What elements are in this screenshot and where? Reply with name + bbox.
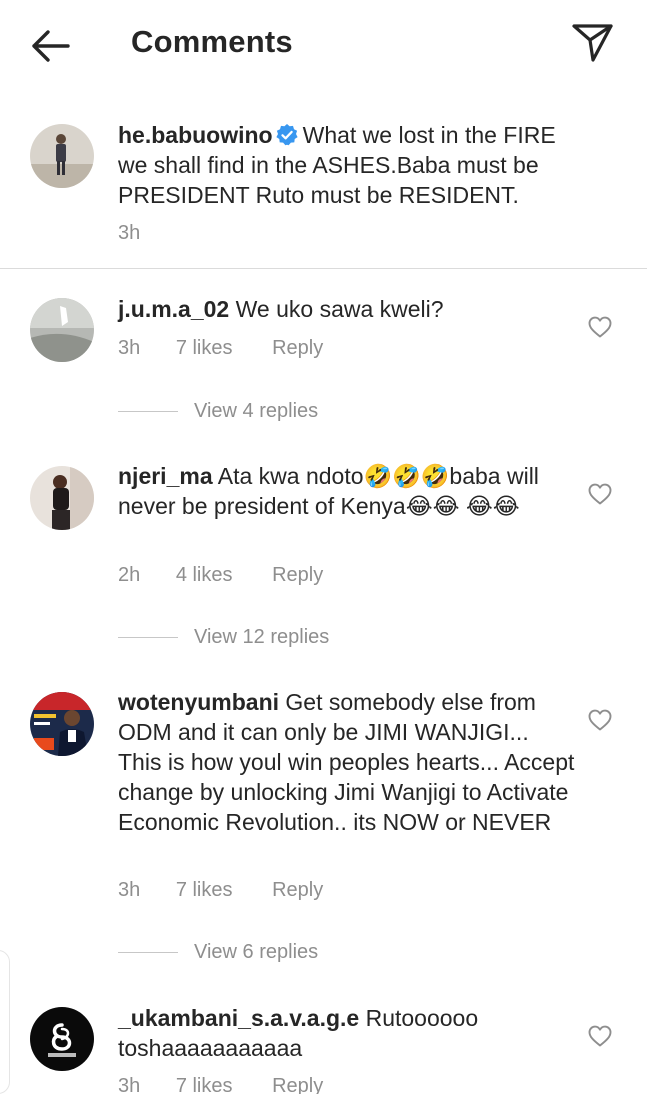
joy-emoji: 😂 (465, 493, 493, 519)
comment-text: wotenyumbani Get somebody else from ODM … (118, 687, 578, 837)
avatar[interactable] (30, 124, 94, 188)
caption-text: he.babuowino What we lost in the FIRE we … (118, 120, 578, 210)
share-button[interactable] (568, 20, 616, 66)
verified-badge-icon (275, 123, 299, 147)
comment-body: Ata kwa ndoto (217, 463, 364, 489)
comment-username[interactable]: j.u.m.a_02 (118, 296, 229, 322)
header: Comments (0, 0, 647, 92)
timestamp: 3h (118, 337, 141, 359)
comment-username[interactable]: _ukambani_s.a.v.a.g.e (118, 1005, 359, 1031)
replies-line (118, 952, 178, 953)
avatar[interactable] (30, 466, 94, 530)
reply-button[interactable]: Reply (272, 879, 323, 902)
joy-emoji: 😂 (492, 493, 520, 519)
heart-icon[interactable] (588, 709, 612, 731)
divider (0, 268, 647, 269)
comment-text: _ukambani_s.a.v.a.g.e Rutoooooo toshaaaa… (118, 1003, 578, 1063)
replies-line (118, 411, 178, 412)
page-title: Comments (131, 24, 293, 59)
comment-meta: 2h 4 likes Reply (118, 564, 323, 587)
avatar[interactable] (30, 1007, 94, 1071)
rofl-emoji: 🤣 (420, 463, 450, 489)
likes-count[interactable]: 4 likes (176, 564, 233, 587)
back-button[interactable] (26, 22, 74, 70)
heart-icon[interactable] (588, 1025, 612, 1047)
caption-meta: 3h (118, 222, 140, 245)
heart-icon[interactable] (588, 316, 612, 338)
caption-username[interactable]: he.babuowino (118, 122, 273, 148)
comment-text: njeri_ma Ata kwa ndoto🤣🤣🤣baba will never… (118, 461, 578, 521)
likes-count[interactable]: 7 likes (176, 1075, 233, 1094)
rofl-emoji: 🤣 (392, 463, 421, 489)
paper-plane-icon (572, 24, 613, 62)
avatar[interactable] (30, 298, 94, 362)
timestamp: 3h (118, 1075, 141, 1094)
comment-meta: 3h 7 likes Reply (118, 879, 323, 902)
comment-body: We uko sawa kweli? (235, 296, 444, 322)
joy-emoji: 😂 (432, 493, 460, 519)
avatar[interactable] (30, 692, 94, 756)
comment-text: j.u.m.a_02 We uko sawa kweli? (118, 294, 578, 324)
floating-side-tab[interactable] (0, 950, 10, 1094)
arrow-left-icon (32, 30, 70, 62)
comment-meta: 3h 7 likes Reply (118, 1075, 323, 1094)
likes-count[interactable]: 7 likes (176, 337, 233, 360)
heart-icon[interactable] (588, 483, 612, 505)
likes-count[interactable]: 7 likes (176, 879, 233, 902)
reply-button[interactable]: Reply (272, 1075, 323, 1094)
reply-button[interactable]: Reply (272, 337, 323, 360)
post-caption: he.babuowino What we lost in the FIRE we … (0, 100, 647, 268)
comment-meta: 3h 7 likes Reply (118, 337, 323, 360)
comment-username[interactable]: njeri_ma (118, 463, 213, 489)
view-replies-label: View 12 replies (194, 626, 330, 648)
timestamp: 2h (118, 564, 141, 586)
view-replies-label: View 4 replies (194, 400, 319, 422)
reply-button[interactable]: Reply (272, 564, 323, 587)
timestamp: 3h (118, 879, 141, 901)
comment-username[interactable]: wotenyumbani (118, 689, 279, 715)
joy-emoji: 😂 (405, 493, 433, 519)
replies-line (118, 637, 178, 638)
rofl-emoji: 🤣 (363, 463, 393, 489)
view-replies-label: View 6 replies (194, 941, 319, 963)
comments-screen: Comments he.babuowino What we lost in the… (0, 0, 647, 1094)
timestamp: 3h (118, 222, 141, 244)
